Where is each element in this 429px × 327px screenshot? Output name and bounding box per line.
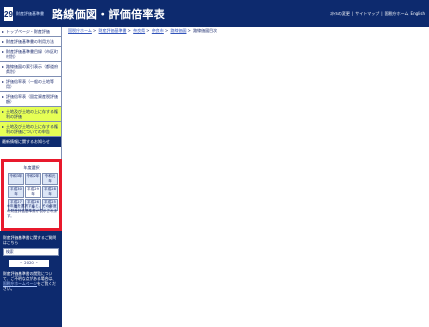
header-nav-home[interactable]: 国税庁ホーム <box>385 11 409 17</box>
header-nav-sitemap[interactable]: サイトマップ <box>355 11 379 17</box>
year-select[interactable]: ・ 2020 ・ <box>9 260 49 267</box>
arrow-icon: ▸ <box>2 64 5 69</box>
year-button[interactable]: 平成28年 <box>42 186 58 198</box>
sidebar-news-strip[interactable]: 最新情報に関するお知らせ <box>0 137 61 147</box>
year-button[interactable]: 平成30年 <box>8 186 24 198</box>
sidebar-item-land-report[interactable]: ▸ 土地及び土地の上に存する権利の評価についての申告 <box>0 122 61 137</box>
sidebar-item-label: 財産評価基準書目録（市区町村別） <box>6 49 58 59</box>
breadcrumb-separator: > <box>92 28 97 33</box>
arrow-icon: ▸ <box>2 124 5 129</box>
year-badge: 29 <box>3 6 14 22</box>
search-input[interactable]: 検索 <box>3 248 59 256</box>
breadcrumb-current: 路線価図目次 <box>193 28 218 33</box>
sidebar-item-label: 財産評価基準書の利用方法 <box>6 39 54 44</box>
breadcrumb-item[interactable]: 国税庁ホーム <box>68 28 92 33</box>
breadcrumb-item[interactable]: 奈良市 <box>152 28 164 33</box>
arrow-icon: ▸ <box>2 109 5 114</box>
site-header: 29 財産評価基準書 路線価図・評価倍率表 ｽﾀｲﾙの変更 | サイトマップ |… <box>0 0 429 27</box>
breadcrumb-separator: > <box>164 28 169 33</box>
site-subtitle: 財産評価基準書 <box>16 11 44 16</box>
sidebar-item-label: トップページ・財産評価 <box>6 29 50 34</box>
header-nav-separator: | <box>381 11 383 16</box>
arrow-icon: ▸ <box>2 49 5 54</box>
breadcrumb-separator: > <box>187 28 191 33</box>
sidebar-item-index[interactable]: ▸ 路線価図の索引表示（都道府県別） <box>0 62 61 77</box>
main-content <box>63 35 429 327</box>
info-panel: 財産評価基準書に関するご質問はこちら 検索 ・ 2020 ・ 財産評価基準書の閲… <box>0 231 62 327</box>
sidebar-item-catalog[interactable]: ▸ 財産評価基準書目録（市区町村別） <box>0 47 61 62</box>
sidebar-item-label: 評価倍率表（固定資産税評価額） <box>6 94 58 104</box>
info-note: 財産評価基準書の閲覧について、ご不明な点がある場合は、国税庁ホームページをご覧く… <box>3 271 59 291</box>
arrow-icon: ▸ <box>2 94 5 99</box>
sidebar-item-rate-table[interactable]: ▸ 評価倍率表（一般の土地等用） <box>0 77 61 92</box>
header-nav: ｽﾀｲﾙの変更 | サイトマップ | 国税庁ホーム English <box>330 11 425 17</box>
breadcrumb-item[interactable]: 財産評価基準書 <box>99 28 127 33</box>
arrow-icon: ▸ <box>2 39 5 44</box>
sidebar-item-label: 土地及び土地の上に存する権利の評価についての申告 <box>6 124 58 134</box>
site-title[interactable]: 路線価図・評価倍率表 <box>52 6 165 22</box>
info-text: 財産評価基準書に関するご質問はこちら <box>3 235 57 245</box>
sidebar-item-label: 評価倍率表（一般の土地等用） <box>6 79 54 89</box>
year-selector-title: 年度選択 <box>23 165 40 170</box>
header-nav-style[interactable]: ｽﾀｲﾙの変更 <box>330 11 350 17</box>
sidebar-item-fixed-asset[interactable]: ▸ 評価倍率表（固定資産税評価額） <box>0 92 61 107</box>
year-button[interactable]: 令和元年 <box>42 173 58 185</box>
sidebar-item-top[interactable]: ▸ トップページ・財産評価 <box>0 27 61 37</box>
sidebar-item-land-valuation[interactable]: ▸ 土地及び土地の上に存する権利の評価 <box>0 107 61 122</box>
info-note-text: 財産評価基準書の閲覧について、ご不明な点がある場合は、 <box>3 271 56 281</box>
sidebar-item-label: 土地及び土地の上に存する権利の評価 <box>6 109 58 119</box>
header-nav-separator: | <box>351 11 354 16</box>
header-nav-english[interactable]: English <box>411 11 425 17</box>
year-selector: 年度選択 令和3年 令和2年 令和元年 平成30年 平成29年 平成28年 平成… <box>1 159 62 231</box>
year-button[interactable]: 令和3年 <box>8 173 24 185</box>
breadcrumb-separator: > <box>127 28 131 33</box>
year-button[interactable]: 令和2年 <box>25 173 41 185</box>
sidebar-item-label: 路線価図の索引表示（都道府県別） <box>6 64 58 74</box>
year-selector-note: ※年度を選択すると、その年度の財産評価基準書が表示されます。 <box>7 204 58 218</box>
year-button-active[interactable]: 平成29年 <box>25 186 41 198</box>
arrow-icon: ▸ <box>2 79 5 84</box>
breadcrumb-item[interactable]: 路線価図 <box>170 28 186 33</box>
sidebar-item-usage[interactable]: ▸ 財産評価基準書の利用方法 <box>0 37 61 47</box>
breadcrumb-separator: > <box>146 28 150 33</box>
breadcrumb: 国税庁ホーム> 財産評価基準書> 奈良県> 奈良市> 路線価図> 路線価図目次 <box>68 28 217 34</box>
breadcrumb-item[interactable]: 奈良県 <box>133 28 145 33</box>
arrow-icon: ▸ <box>2 29 5 34</box>
